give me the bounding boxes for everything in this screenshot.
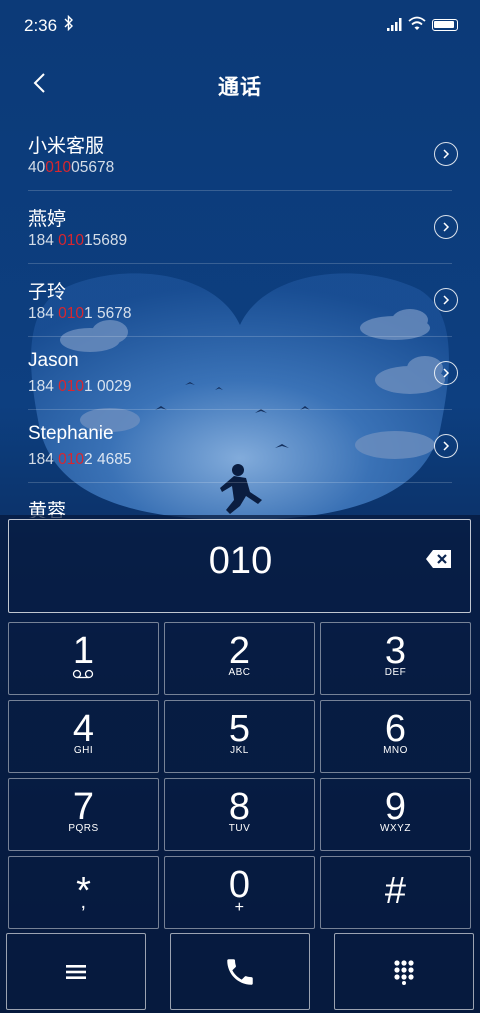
- menu-button[interactable]: [6, 933, 146, 1010]
- contact-item[interactable]: 子玲 184 0101 5678: [28, 264, 458, 337]
- key-2[interactable]: 2 ABC: [164, 622, 315, 695]
- contact-number: 184 0101 0029: [28, 378, 132, 395]
- call-button[interactable]: [170, 933, 310, 1010]
- contact-detail-button[interactable]: [434, 361, 458, 385]
- contact-name: Stephanie: [28, 423, 114, 444]
- contact-detail-button[interactable]: [434, 288, 458, 312]
- voicemail-icon: [72, 669, 94, 679]
- dialpad: 010 1 2 ABC 3 DEF 4 GHI 5 JKL 6 MNO 7 PQ…: [0, 515, 480, 1013]
- number-display: 010: [8, 519, 471, 613]
- contact-number: 184 0101 5678: [28, 305, 132, 322]
- chevron-right-icon: [443, 441, 450, 451]
- chevron-right-icon: [443, 368, 450, 378]
- hamburger-icon: [66, 964, 86, 979]
- number-match: 010: [58, 232, 85, 249]
- contact-name: 小米客服: [28, 136, 105, 157]
- key-star[interactable]: * ,: [8, 856, 159, 929]
- contact-number: 184 01015689: [28, 232, 128, 249]
- chevron-right-icon: [443, 295, 450, 305]
- key-7[interactable]: 7 PQRS: [8, 778, 159, 851]
- entered-number: 010: [208, 540, 273, 582]
- key-4[interactable]: 4 GHI: [8, 700, 159, 773]
- contact-detail-button[interactable]: [434, 215, 458, 239]
- number-match: 010: [58, 451, 85, 468]
- key-1[interactable]: 1: [8, 622, 159, 695]
- contact-name: 子玲: [28, 282, 67, 303]
- contact-item[interactable]: 小米客服 4001005678: [28, 118, 458, 191]
- battery-icon: [432, 19, 458, 31]
- contact-list: 小米客服 4001005678 燕婷 184 01015689 子玲 184 0…: [0, 118, 480, 518]
- contact-item[interactable]: 燕婷 184 01015689: [28, 191, 458, 264]
- key-0[interactable]: 0 +: [164, 856, 315, 929]
- status-time: 2:36: [24, 16, 58, 35]
- contact-item[interactable]: Stephanie 184 0102 4685: [28, 410, 458, 483]
- signal-icon: [387, 18, 402, 31]
- status-bar: 2:36: [0, 0, 480, 52]
- chevron-right-icon: [443, 222, 450, 232]
- keypad-icon: [394, 959, 414, 985]
- backspace-icon: [426, 550, 451, 568]
- key-9[interactable]: 9 WXYZ: [320, 778, 471, 851]
- number-match: 010: [58, 378, 85, 395]
- wifi-icon: [408, 16, 426, 30]
- contact-detail-button[interactable]: [434, 434, 458, 458]
- contact-item[interactable]: Jason 184 0101 0029: [28, 337, 458, 410]
- key-6[interactable]: 6 MNO: [320, 700, 471, 773]
- contact-number: 4001005678: [28, 159, 115, 176]
- bluetooth-icon: [64, 14, 74, 35]
- phone-icon: [227, 958, 253, 985]
- contact-number: 184 0102 4685: [28, 451, 132, 468]
- page-title: 通话: [218, 76, 262, 99]
- number-match: 010: [45, 159, 72, 176]
- key-3[interactable]: 3 DEF: [320, 622, 471, 695]
- hide-dialpad-button[interactable]: [334, 933, 474, 1010]
- key-hash[interactable]: #: [320, 856, 471, 929]
- contact-name: Jason: [28, 350, 79, 371]
- chevron-right-icon: [443, 149, 450, 159]
- number-match: 010: [58, 305, 85, 322]
- contact-name: 燕婷: [28, 209, 67, 230]
- contact-item[interactable]: 黄蓉: [28, 483, 452, 518]
- key-8[interactable]: 8 TUV: [164, 778, 315, 851]
- dialer-action-bar: [0, 933, 480, 1013]
- contact-detail-button[interactable]: [434, 142, 458, 166]
- delete-button[interactable]: [426, 549, 452, 569]
- key-5[interactable]: 5 JKL: [164, 700, 315, 773]
